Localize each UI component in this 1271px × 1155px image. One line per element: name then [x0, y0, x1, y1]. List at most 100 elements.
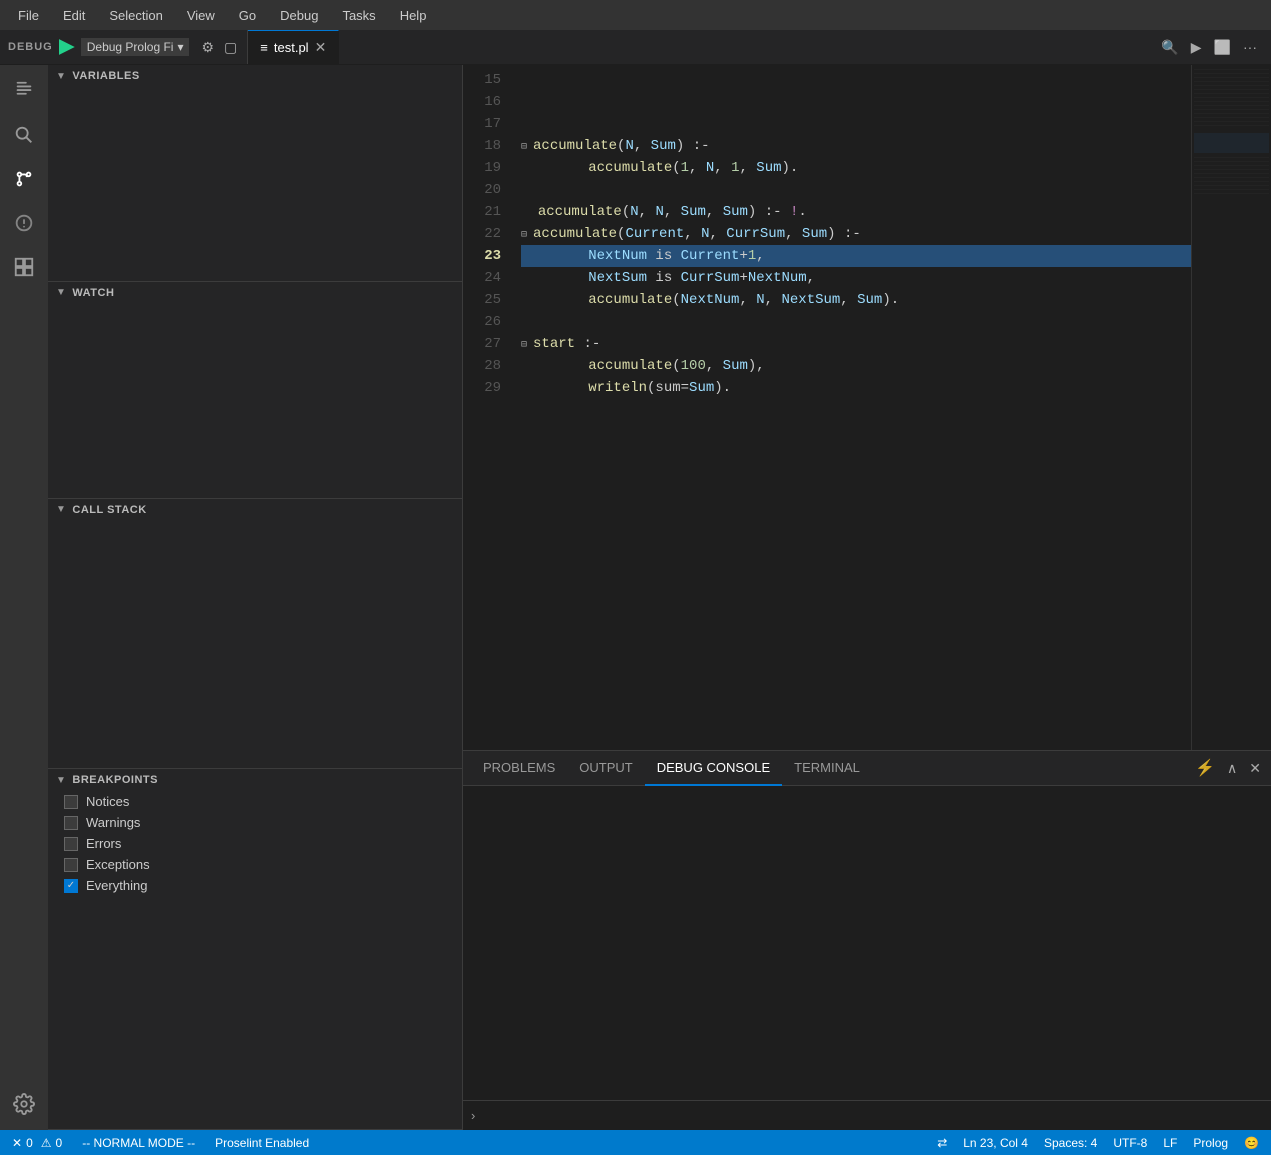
breakpoints-header[interactable]: ▼ BREAKPOINTS	[48, 769, 462, 791]
activity-settings[interactable]	[6, 1086, 42, 1122]
debug-toolbar: ⚙ ▢	[199, 37, 239, 58]
variables-header[interactable]: ▼ VARIABLES	[48, 65, 462, 87]
split-editor-icon[interactable]: ⬜	[1212, 37, 1233, 58]
activity-extensions[interactable]	[6, 249, 42, 285]
code-line-29: writeln(sum=Sum).	[521, 377, 1191, 399]
tab-close-button[interactable]: ✕	[315, 39, 327, 56]
bp-everything-checkbox[interactable]: ✓	[64, 879, 78, 893]
main-layout: ▼ VARIABLES ▼ WATCH ▼ CALL STACK ▼	[0, 65, 1271, 1130]
status-mode[interactable]: -- NORMAL MODE --	[78, 1136, 199, 1150]
menu-bar: File Edit Selection View Go Debug Tasks …	[0, 0, 1271, 30]
menu-edit[interactable]: Edit	[53, 4, 95, 27]
code-editor[interactable]: 15 16 17 18 19 20 21 22 23 24 25 26 27 2…	[463, 65, 1271, 750]
status-proselint[interactable]: Proselint Enabled	[211, 1136, 313, 1150]
menu-go[interactable]: Go	[229, 4, 266, 27]
debug-bar: DEBUG Debug Prolog Fi ▾ ⚙ ▢	[0, 30, 248, 64]
callstack-content	[48, 521, 462, 769]
sync-icon: ⇄	[937, 1136, 947, 1150]
fold-btn-27[interactable]: ⊟	[521, 340, 533, 351]
code-line-16	[521, 91, 1191, 113]
code-line-28: accumulate(100, Sum),	[521, 355, 1191, 377]
watch-label: WATCH	[72, 287, 114, 299]
bp-notices-checkbox[interactable]	[64, 795, 78, 809]
face-icon: 😊	[1244, 1136, 1259, 1150]
activity-debug[interactable]	[6, 205, 42, 241]
console-input[interactable]	[483, 1108, 1263, 1123]
variables-section: ▼ VARIABLES	[48, 65, 462, 282]
code-line-15	[521, 69, 1191, 91]
code-line-25: accumulate(NextNum, N, NextSum, Sum).	[521, 289, 1191, 311]
run-icon[interactable]: ▶	[1189, 37, 1204, 58]
callstack-header[interactable]: ▼ CALL STACK	[48, 499, 462, 521]
status-encoding[interactable]: UTF-8	[1109, 1136, 1151, 1150]
encoding-label: UTF-8	[1113, 1136, 1147, 1150]
menu-help[interactable]: Help	[390, 4, 437, 27]
breakpoints-label: BREAKPOINTS	[72, 774, 158, 786]
status-language[interactable]: Prolog	[1189, 1136, 1232, 1150]
code-line-17	[521, 113, 1191, 135]
menu-selection[interactable]: Selection	[99, 4, 172, 27]
menu-debug[interactable]: Debug	[270, 4, 328, 27]
status-errors[interactable]: ✕ 0 ⚠ 0	[8, 1136, 66, 1150]
search-editor-icon[interactable]: 🔍	[1159, 37, 1180, 58]
activity-explorer[interactable]	[6, 73, 42, 109]
bp-exceptions-checkbox[interactable]	[64, 858, 78, 872]
breakpoints-content: Notices Warnings Errors Exceptions ✓ Eve…	[48, 791, 462, 1129]
bp-notices[interactable]: Notices	[48, 791, 462, 812]
watch-arrow: ▼	[56, 287, 66, 298]
console-input-area: ›	[463, 1100, 1271, 1130]
fold-btn-18[interactable]: ⊟	[521, 142, 533, 153]
code-line-27: ⊟ start :-	[521, 333, 1191, 355]
tab-debug-console[interactable]: DEBUG CONSOLE	[645, 751, 782, 786]
collapse-panel-icon[interactable]: ∧	[1225, 758, 1239, 779]
debug-settings-icon[interactable]: ⚙	[199, 37, 216, 58]
bp-errors-checkbox[interactable]	[64, 837, 78, 851]
bp-everything[interactable]: ✓ Everything	[48, 875, 462, 896]
tab-output[interactable]: OUTPUT	[567, 751, 644, 786]
console-prompt: ›	[471, 1108, 475, 1123]
status-sync-icon[interactable]: ⇄	[933, 1136, 951, 1150]
warning-count: 0	[56, 1136, 63, 1150]
tab-terminal[interactable]: TERMINAL	[782, 751, 872, 786]
menu-tasks[interactable]: Tasks	[332, 4, 385, 27]
tab-test-pl[interactable]: ≡ test.pl ✕	[248, 30, 339, 64]
minimap	[1191, 65, 1271, 750]
status-line-ending[interactable]: LF	[1159, 1136, 1181, 1150]
callstack-arrow: ▼	[56, 504, 66, 515]
tab-problems[interactable]: PROBLEMS	[471, 751, 567, 786]
status-position[interactable]: Ln 23, Col 4	[959, 1136, 1032, 1150]
error-count: 0	[26, 1136, 33, 1150]
debug-label: DEBUG	[8, 41, 53, 53]
close-panel-icon[interactable]: ✕	[1247, 758, 1263, 779]
line-numbers: 15 16 17 18 19 20 21 22 23 24 25 26 27 2…	[463, 65, 513, 750]
code-content[interactable]: ▶ ⊟ accumulate(N, Sum) :- accumulate(1, …	[513, 65, 1191, 750]
watch-header[interactable]: ▼ WATCH	[48, 282, 462, 304]
console-content[interactable]	[463, 786, 1271, 1100]
code-line-26	[521, 311, 1191, 333]
bp-errors[interactable]: Errors	[48, 833, 462, 854]
debug-terminal-icon[interactable]: ▢	[222, 37, 239, 58]
editor-area: 15 16 17 18 19 20 21 22 23 24 25 26 27 2…	[463, 65, 1271, 1130]
fold-btn-22[interactable]: ⊟	[521, 230, 533, 241]
tab-icon: ≡	[260, 40, 268, 55]
clear-console-icon[interactable]: ⚡	[1193, 756, 1217, 780]
language-label: Prolog	[1193, 1136, 1228, 1150]
activity-git[interactable]	[6, 161, 42, 197]
bp-everything-label: Everything	[86, 878, 147, 893]
status-face[interactable]: 😊	[1240, 1136, 1263, 1150]
bp-warnings[interactable]: Warnings	[48, 812, 462, 833]
more-actions-icon[interactable]: ···	[1241, 37, 1259, 57]
code-line-22: ⊟ accumulate(Current, N, CurrSum, Sum) :…	[521, 223, 1191, 245]
debug-play-button[interactable]	[59, 39, 75, 55]
menu-file[interactable]: File	[8, 4, 49, 27]
debug-config-dropdown[interactable]: Debug Prolog Fi ▾	[81, 38, 190, 56]
status-bar: ✕ 0 ⚠ 0 -- NORMAL MODE -- Proselint Enab…	[0, 1130, 1271, 1155]
bp-warnings-checkbox[interactable]	[64, 816, 78, 830]
menu-view[interactable]: View	[177, 4, 225, 27]
status-spaces[interactable]: Spaces: 4	[1040, 1136, 1101, 1150]
bp-exceptions[interactable]: Exceptions	[48, 854, 462, 875]
breakpoints-arrow: ▼	[56, 775, 66, 786]
code-line-20	[521, 179, 1191, 201]
activity-search[interactable]	[6, 117, 42, 153]
activity-bar	[0, 65, 48, 1130]
